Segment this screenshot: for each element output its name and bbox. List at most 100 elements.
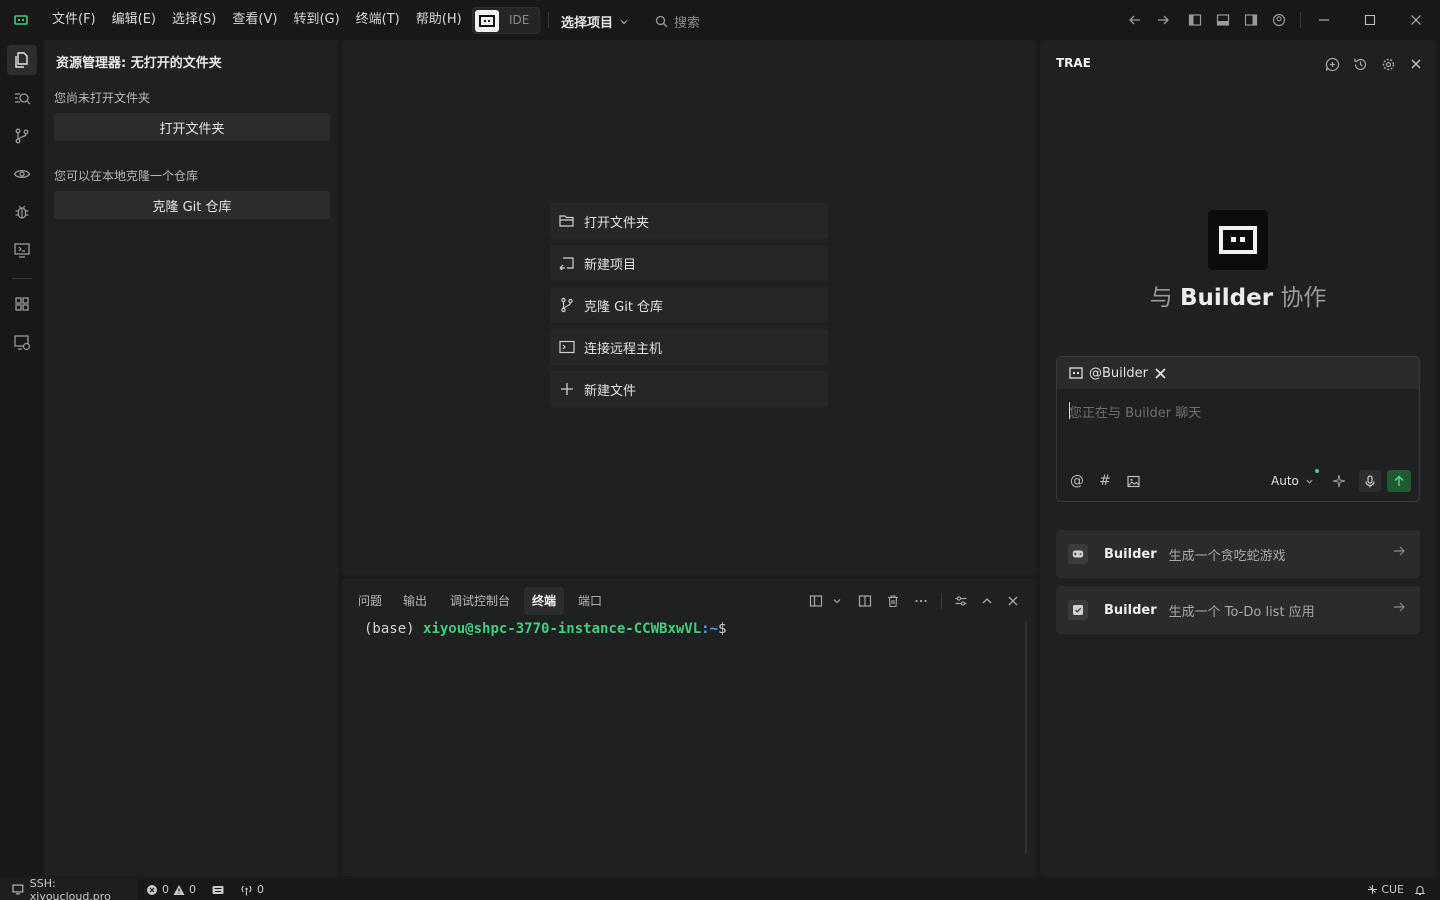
checkbox-icon bbox=[1068, 600, 1088, 620]
back-arrow-icon[interactable] bbox=[1125, 10, 1145, 30]
remote-indicator[interactable]: SSH: xiyoucloud.pro bbox=[0, 877, 138, 900]
microphone-button[interactable] bbox=[1359, 470, 1381, 492]
status-bar: SSH: xiyoucloud.pro 0 0 0 CUE bbox=[0, 877, 1440, 900]
gamepad-icon bbox=[1068, 544, 1088, 564]
trash-icon[interactable] bbox=[883, 591, 903, 611]
open-folder-button[interactable]: 打开文件夹 bbox=[54, 113, 330, 141]
chat-title: TRAE bbox=[1056, 56, 1091, 70]
start-new-project[interactable]: 新建项目 bbox=[550, 245, 828, 281]
eye-icon[interactable] bbox=[7, 159, 37, 189]
explorer-icon[interactable] bbox=[7, 45, 37, 75]
new-chat-icon[interactable] bbox=[1322, 54, 1342, 74]
status-dot bbox=[1315, 469, 1319, 473]
terminal-prompt[interactable]: (base) xiyou@shpc-3770-instance-CCWBxwVL… bbox=[364, 621, 726, 637]
suggestion-text: 生成一个贪吃蛇游戏 bbox=[1168, 548, 1286, 564]
search-icon[interactable] bbox=[7, 83, 37, 113]
start-clone-git[interactable]: 克隆 Git 仓库 bbox=[550, 287, 828, 323]
remote-host-icon[interactable] bbox=[7, 327, 37, 357]
model-select[interactable]: Auto bbox=[1271, 474, 1314, 488]
problems-indicator[interactable]: 0 0 0 bbox=[146, 879, 264, 900]
start-open-folder[interactable]: 打开文件夹 bbox=[550, 203, 828, 239]
builder-logo-icon bbox=[475, 10, 499, 32]
debug-icon[interactable] bbox=[7, 197, 37, 227]
divider bbox=[548, 12, 549, 28]
divider bbox=[941, 593, 942, 609]
editor-area: 打开文件夹 新建项目 克隆 Git 仓库 连接远程主机 新建文件 bbox=[342, 40, 1036, 575]
toggle-sidebar-icon[interactable] bbox=[1185, 10, 1205, 30]
chevron-down-icon bbox=[1306, 479, 1313, 484]
menu-edit[interactable]: 编辑(E) bbox=[104, 0, 164, 40]
search-box[interactable]: 搜索 bbox=[655, 12, 700, 31]
start-connect-remote[interactable]: 连接远程主机 bbox=[550, 329, 828, 365]
menu-selection[interactable]: 选择(S) bbox=[164, 0, 224, 40]
chat-input-placeholder: 您正在与 Builder 聊天 bbox=[1069, 406, 1202, 421]
error-count: 0 bbox=[162, 883, 169, 896]
maximize-panel-icon[interactable] bbox=[977, 591, 997, 611]
tab-output[interactable]: 输出 bbox=[395, 587, 435, 615]
menu-go[interactable]: 转到(G) bbox=[285, 0, 347, 40]
start-new-file[interactable]: 新建文件 bbox=[550, 371, 828, 407]
search-icon bbox=[655, 15, 668, 28]
remote-explorer-icon[interactable] bbox=[7, 235, 37, 265]
menu-terminal[interactable]: 终端(T) bbox=[348, 0, 408, 40]
menu-help[interactable]: 帮助(H) bbox=[408, 0, 470, 40]
ai-chat-panel: TRAE 与 Builder 协作 @Builder 您正在与 Builder … bbox=[1040, 40, 1436, 876]
ide-label: IDE bbox=[509, 13, 530, 27]
close-panel-icon[interactable] bbox=[1003, 591, 1023, 611]
send-button[interactable] bbox=[1387, 470, 1411, 492]
sparkle-icon[interactable] bbox=[1329, 471, 1349, 491]
error-icon bbox=[147, 884, 157, 895]
git-branch-icon bbox=[558, 296, 576, 314]
ports-count: 0 bbox=[257, 883, 264, 896]
hashtag-icon[interactable]: # bbox=[1095, 471, 1115, 491]
toggle-auxiliary-bar-icon[interactable] bbox=[1241, 10, 1261, 30]
account-icon[interactable] bbox=[1269, 10, 1289, 30]
suggestion-todo-app[interactable]: Builder 生成一个 To-Do list 应用 bbox=[1056, 586, 1420, 634]
tab-debug-console[interactable]: 调试控制台 bbox=[442, 587, 518, 615]
heading-agent: Builder bbox=[1179, 285, 1274, 311]
menu-file[interactable]: 文件(F) bbox=[44, 0, 104, 40]
chat-heading: 与 Builder 协作 bbox=[1040, 278, 1436, 312]
mention-icon[interactable]: @ bbox=[1067, 471, 1087, 491]
forward-arrow-icon[interactable] bbox=[1153, 10, 1173, 30]
bell-icon[interactable] bbox=[1414, 884, 1426, 896]
chevron-down-icon[interactable] bbox=[827, 591, 847, 611]
clone-repo-button[interactable]: 克隆 Git 仓库 bbox=[54, 191, 330, 219]
clone-repo-text: 您可以在本地克隆一个仓库 bbox=[54, 169, 199, 183]
split-terminal-icon[interactable] bbox=[806, 591, 826, 611]
new-project-icon bbox=[558, 254, 576, 272]
suggestion-snake-game[interactable]: Builder 生成一个贪吃蛇游戏 bbox=[1056, 530, 1420, 578]
terminal-scrollbar[interactable] bbox=[1025, 621, 1027, 854]
split-editor-icon[interactable] bbox=[855, 591, 875, 611]
history-icon[interactable] bbox=[1350, 54, 1370, 74]
close-window-icon[interactable] bbox=[1406, 10, 1426, 30]
tab-terminal[interactable]: 终端 bbox=[524, 587, 565, 615]
search-placeholder: 搜索 bbox=[674, 16, 701, 31]
menu-view[interactable]: 查看(V) bbox=[224, 0, 285, 40]
minimize-icon[interactable] bbox=[1314, 10, 1334, 30]
source-control-icon[interactable] bbox=[7, 121, 37, 151]
title-bar: 文件(F) 编辑(E) 选择(S) 查看(V) 转到(G) 终端(T) 帮助(H… bbox=[0, 0, 1440, 40]
toggle-panel-icon[interactable] bbox=[1213, 10, 1233, 30]
warning-count: 0 bbox=[189, 883, 196, 896]
maximize-icon[interactable] bbox=[1360, 10, 1380, 30]
extensions-icon[interactable] bbox=[7, 289, 37, 319]
project-select[interactable]: 选择项目 bbox=[561, 12, 629, 31]
ide-mode-switch[interactable]: IDE bbox=[472, 7, 540, 34]
remote-monitor-icon bbox=[12, 884, 24, 895]
close-icon[interactable] bbox=[1406, 54, 1426, 74]
microphone-icon bbox=[1365, 474, 1375, 487]
cue-indicator[interactable]: CUE bbox=[1367, 883, 1404, 896]
tab-ports[interactable]: 端口 bbox=[570, 587, 610, 615]
chat-input-box[interactable]: @Builder 您正在与 Builder 聊天 @ # Auto bbox=[1056, 356, 1420, 502]
tools-icon bbox=[1155, 367, 1166, 379]
more-actions-icon[interactable] bbox=[911, 591, 931, 611]
builder-logo-icon bbox=[1208, 210, 1268, 270]
agent-selector[interactable]: @Builder bbox=[1057, 357, 1419, 389]
image-icon[interactable] bbox=[1123, 471, 1143, 491]
gear-icon[interactable] bbox=[1378, 54, 1398, 74]
start-item-label: 新建文件 bbox=[584, 383, 637, 399]
terminal-prompt-symbol: $ bbox=[718, 621, 727, 637]
tab-problems[interactable]: 问题 bbox=[350, 587, 390, 615]
panel-settings-icon[interactable] bbox=[951, 591, 971, 611]
